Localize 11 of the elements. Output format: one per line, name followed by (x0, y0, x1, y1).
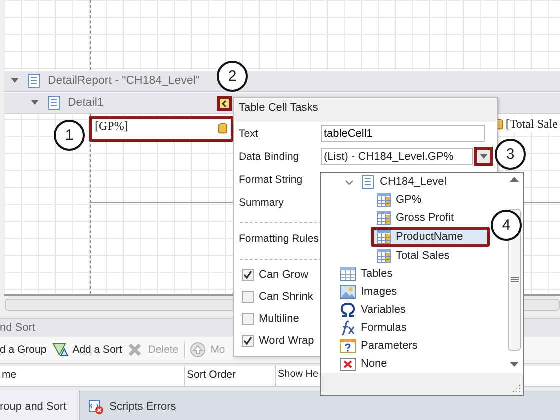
field-label: Format String (239, 174, 304, 186)
panel-title: nd Sort (0, 322, 36, 334)
panel-title: Table Cell Tasks (234, 98, 497, 122)
checkbox-label: Can Grow (259, 269, 309, 281)
field-label: Text (239, 128, 260, 140)
checkbox-label: Can Shrink (259, 291, 314, 303)
field-label: Summary (239, 196, 285, 208)
field-label: Data Binding (239, 150, 300, 162)
checkbox-label: Word Wrap (259, 335, 314, 347)
checkbox-label: Multiline (259, 313, 300, 325)
field-label: Formatting Rules (239, 232, 319, 247)
